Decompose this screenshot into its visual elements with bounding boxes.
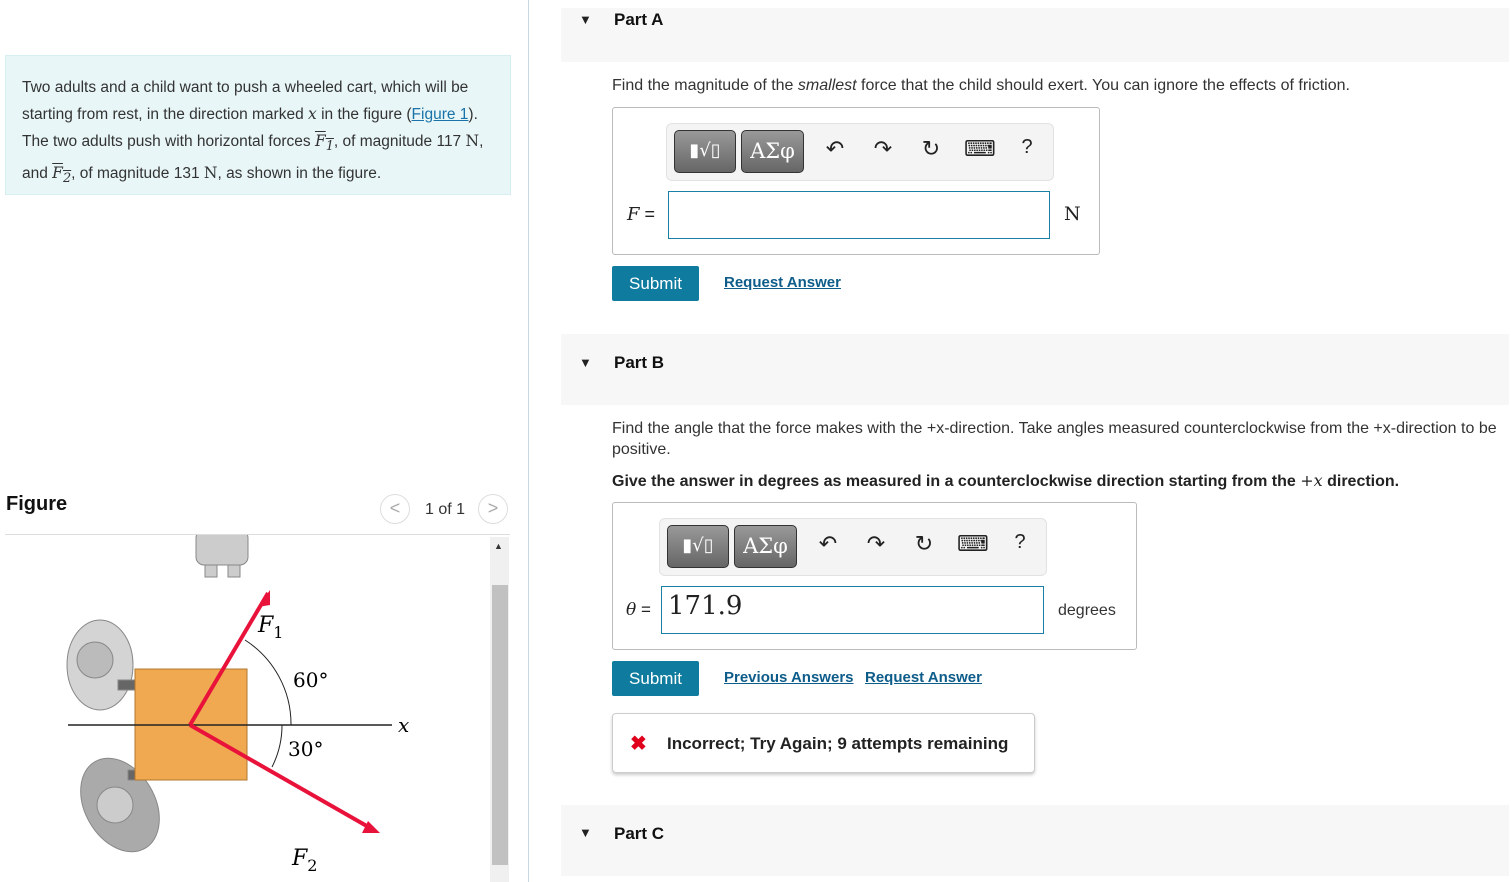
figure-heading: Figure xyxy=(6,493,68,515)
templates-button[interactable]: ▮√▯ xyxy=(667,525,729,568)
scroll-up-arrow[interactable]: ▲ xyxy=(494,541,503,551)
math-toolbar: ▮√▯ ΑΣφ ↶ ↷ ↻ ⌨ ? xyxy=(666,123,1054,181)
keyboard-icon[interactable]: ⌨ xyxy=(957,531,989,557)
f-variable-label: F = xyxy=(627,204,656,225)
help-icon[interactable]: ? xyxy=(1012,136,1042,159)
part-a-answer-box: ▮√▯ ΑΣφ ↶ ↷ ↻ ⌨ ? F = N xyxy=(612,107,1100,255)
part-c-header[interactable]: ▼ Part C xyxy=(561,805,1509,876)
help-icon[interactable]: ? xyxy=(1005,531,1035,554)
person-adult-top xyxy=(66,619,139,711)
next-figure-button[interactable]: > xyxy=(478,494,508,524)
f-answer-input[interactable] xyxy=(668,191,1050,239)
feedback-box: ✖ Incorrect; Try Again; 9 attempts remai… xyxy=(612,713,1035,773)
request-answer-link-b[interactable]: Request Answer xyxy=(865,669,982,686)
vector-f2: F2 xyxy=(52,164,72,187)
collapse-icon[interactable]: ▼ xyxy=(579,12,592,27)
greek-button[interactable]: ΑΣφ xyxy=(734,525,797,568)
keyboard-icon[interactable]: ⌨ xyxy=(964,136,996,162)
theta-answer-input[interactable]: 171.9 xyxy=(661,586,1044,634)
redo-icon[interactable]: ↷ xyxy=(861,531,891,557)
figure-image: x F1 F2 60° 30° xyxy=(66,535,409,875)
angle-30-arc xyxy=(271,724,283,768)
collapse-icon[interactable]: ▼ xyxy=(579,825,592,840)
incorrect-icon: ✖ xyxy=(630,733,647,755)
prev-figure-button[interactable]: < xyxy=(380,494,410,524)
part-b-header[interactable]: ▼ Part B xyxy=(561,334,1509,405)
figure-pager: 1 of 1 xyxy=(425,501,466,518)
math-toolbar: ▮√▯ ΑΣφ ↶ ↷ ↻ ⌨ ? xyxy=(659,518,1047,576)
problem-statement: Two adults and a child want to push a wh… xyxy=(5,55,511,195)
request-answer-link-a[interactable]: Request Answer xyxy=(724,274,841,291)
part-a-header[interactable]: ▼ Part A xyxy=(561,8,1509,62)
angle-60-arc xyxy=(244,639,292,726)
scrollbar-thumb[interactable] xyxy=(492,585,508,865)
theta-variable-label: θ = xyxy=(626,600,651,620)
f2-label: F2 xyxy=(291,846,317,875)
x-axis-label: x xyxy=(398,713,409,737)
redo-icon[interactable]: ↷ xyxy=(868,136,898,162)
vector-f1: F1 xyxy=(314,132,334,155)
unit-label: N xyxy=(1064,203,1081,225)
f1-label: F1 xyxy=(257,613,283,642)
previous-answers-link[interactable]: Previous Answers xyxy=(724,669,854,686)
greek-button[interactable]: ΑΣφ xyxy=(741,130,804,173)
angle-30-label: 30° xyxy=(288,737,323,761)
submit-button-a[interactable]: Submit xyxy=(612,266,699,301)
unit-label: degrees xyxy=(1058,602,1116,619)
angle-60-label: 60° xyxy=(293,668,328,692)
collapse-icon[interactable]: ▼ xyxy=(579,355,592,370)
part-b-instruction: Give the answer in degrees as measured i… xyxy=(612,471,1400,490)
undo-icon[interactable]: ↶ xyxy=(820,136,850,162)
part-b-prompt: Find the angle that the force makes with… xyxy=(612,420,1497,458)
feedback-text: Incorrect; Try Again; 9 attempts remaini… xyxy=(667,734,1009,753)
panel-divider[interactable] xyxy=(528,0,529,882)
part-b-answer-box: ▮√▯ ΑΣφ ↶ ↷ ↻ ⌨ ? θ = 171.9 degrees xyxy=(612,502,1137,650)
undo-icon[interactable]: ↶ xyxy=(813,531,843,557)
part-a-prompt: Find the magnitude of the smallest force… xyxy=(612,77,1350,94)
figure-link[interactable]: Figure 1 xyxy=(412,106,469,123)
submit-button-b[interactable]: Submit xyxy=(612,661,699,696)
person-child xyxy=(195,535,249,578)
reset-icon[interactable]: ↻ xyxy=(909,531,939,557)
reset-icon[interactable]: ↻ xyxy=(916,136,946,162)
templates-button[interactable]: ▮√▯ xyxy=(674,130,736,173)
